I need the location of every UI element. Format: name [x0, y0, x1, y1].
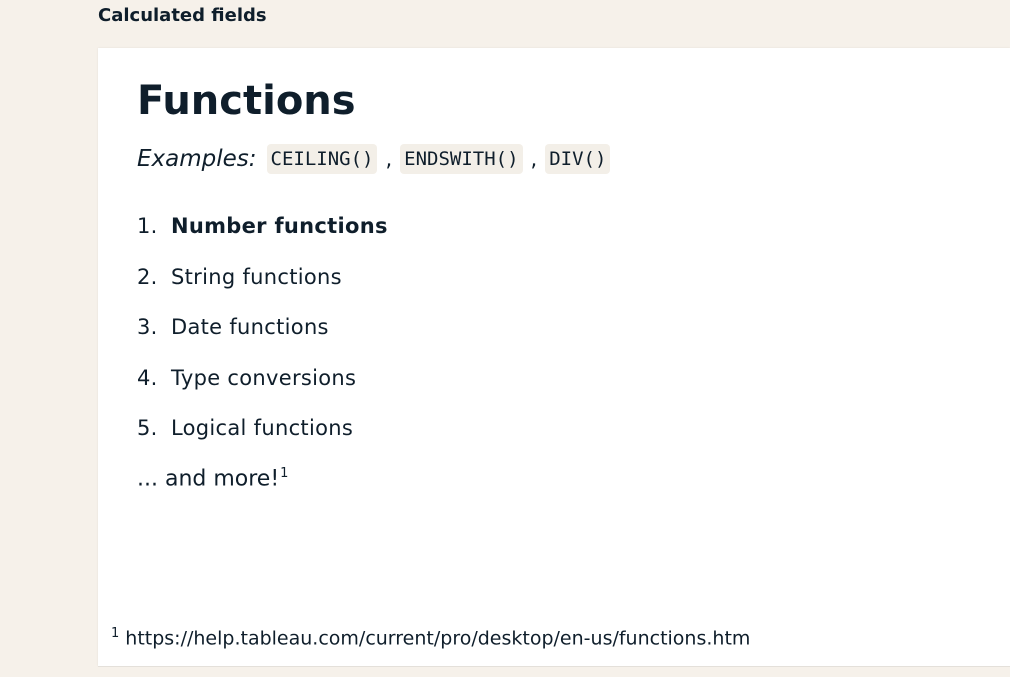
example-code-ceiling: CEILING(): [266, 144, 378, 174]
separator: ,: [385, 147, 393, 171]
footnote-link[interactable]: https://help.tableau.com/current/pro/des…: [125, 627, 750, 649]
next-slide-edge: [98, 666, 1010, 677]
footnote-marker: 1: [111, 626, 120, 641]
list-label: String functions: [171, 264, 342, 289]
list-item: 3. Date functions: [137, 302, 388, 353]
slide: Functions Examples: CEILING() , ENDSWITH…: [98, 48, 1010, 666]
list-number: 3.: [137, 315, 158, 340]
list-item: 4. Type conversions: [137, 353, 388, 404]
list-item: 2. String functions: [137, 252, 388, 303]
list-label: Date functions: [171, 315, 329, 340]
example-code-div: DIV(): [545, 144, 611, 174]
list-number: 4.: [137, 365, 158, 390]
more-label: ... and more!: [137, 466, 280, 492]
slide-title: Functions: [137, 78, 356, 124]
separator: ,: [530, 147, 538, 171]
list-label: Type conversions: [171, 365, 357, 390]
footnote-ref[interactable]: 1: [280, 466, 288, 481]
list-number: 2.: [137, 264, 158, 289]
list-label: Logical functions: [171, 416, 354, 441]
footnote: 1 https://help.tableau.com/current/pro/de…: [111, 626, 750, 649]
functions-list: 1. Number functions 2. String functions …: [137, 201, 388, 454]
list-label: Number functions: [171, 214, 388, 239]
section-label: Calculated fields: [98, 5, 267, 26]
example-code-endswith: ENDSWITH(): [400, 144, 523, 174]
list-number: 5.: [137, 416, 158, 441]
list-item: 1. Number functions: [137, 201, 388, 252]
more-text: ... and more!1: [137, 466, 288, 491]
list-number: 1.: [137, 214, 158, 239]
list-item: 5. Logical functions: [137, 403, 388, 454]
examples-line: Examples: CEILING() , ENDSWITH() , DIV(): [137, 141, 611, 177]
examples-label: Examples:: [137, 146, 257, 172]
